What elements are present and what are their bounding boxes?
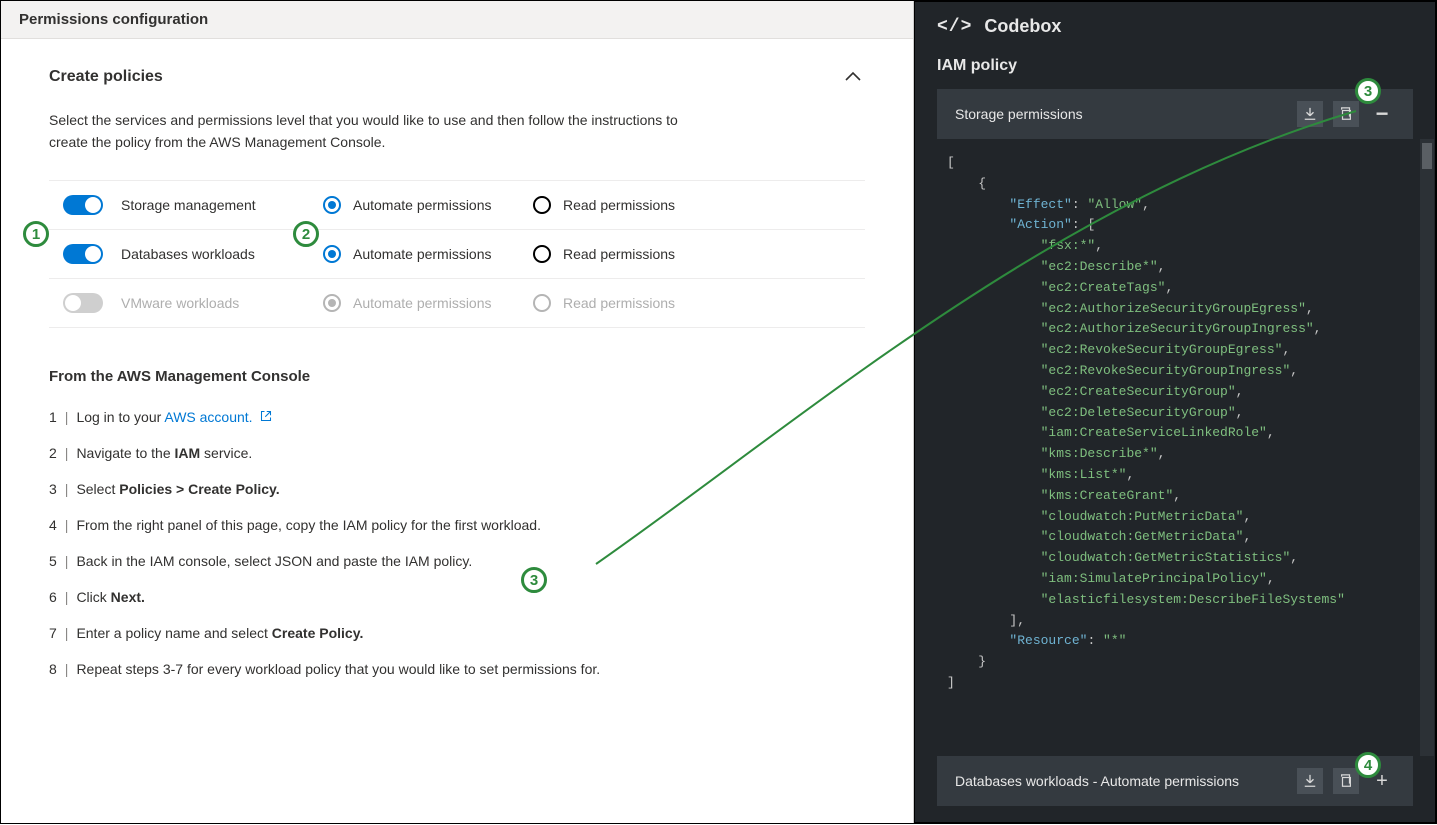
automate-label: Automate permissions	[353, 295, 492, 311]
service-name: VMware workloads	[121, 295, 239, 311]
instruction-step: 8|Repeat steps 3-7 for every workload po…	[49, 651, 865, 687]
read-radio[interactable]	[533, 245, 551, 263]
copy-icon[interactable]	[1333, 768, 1359, 794]
section-description: Select the services and permissions leve…	[49, 109, 689, 154]
instruction-step: 5|Back in the IAM console, select JSON a…	[49, 543, 865, 579]
read-radio[interactable]	[533, 196, 551, 214]
services-table: Storage management Automate permissions Re…	[49, 180, 865, 328]
instruction-step: 1|Log in to your AWS account.	[49, 399, 865, 435]
service-toggle[interactable]	[63, 293, 103, 313]
panel-title: Permissions configuration	[1, 1, 913, 39]
section-title: Create policies	[49, 68, 163, 86]
callout-badge-4: 4	[1355, 752, 1381, 778]
collapse-icon[interactable]: −	[1369, 101, 1395, 127]
copy-icon[interactable]	[1333, 101, 1359, 127]
read-label: Read permissions	[563, 295, 675, 311]
code-icon: </>	[937, 17, 972, 37]
codebox-title: Codebox	[984, 16, 1061, 37]
download-icon[interactable]	[1297, 768, 1323, 794]
instruction-step: 4|From the right panel of this page, cop…	[49, 507, 865, 543]
permissions-panel: Permissions configuration Create policie…	[1, 1, 914, 823]
automate-radio	[323, 294, 341, 312]
automate-label: Automate permissions	[353, 197, 492, 213]
callout-badge-2: 2	[293, 221, 319, 247]
download-icon[interactable]	[1297, 101, 1323, 127]
automate-radio[interactable]	[323, 196, 341, 214]
instructions-heading: From the AWS Management Console	[49, 368, 865, 385]
service-toggle[interactable]	[63, 244, 103, 264]
code-section-footer: Databases workloads - Automate permissio…	[937, 756, 1413, 806]
service-row: Databases workloads Automate permissions R…	[49, 229, 865, 278]
automate-label: Automate permissions	[353, 246, 492, 262]
service-row: Storage management Automate permissions Re…	[49, 180, 865, 229]
instruction-step: 2|Navigate to the IAM service.	[49, 435, 865, 471]
instruction-step: 6|Click Next.	[49, 579, 865, 615]
code-section-bottom-title: Databases workloads - Automate permissio…	[955, 773, 1239, 789]
callout-badge-3b: 3	[1355, 78, 1381, 104]
codebox-panel: </> Codebox IAM policy Storage permissio…	[914, 1, 1436, 823]
code-block[interactable]: [ { "Effect": "Allow", "Action": [ "fsx:…	[937, 139, 1435, 756]
instruction-step: 3|Select Policies > Create Policy.	[49, 471, 865, 507]
automate-radio[interactable]	[323, 245, 341, 263]
service-row: VMware workloads Automate permissions Read…	[49, 278, 865, 328]
read-label: Read permissions	[563, 246, 675, 262]
read-label: Read permissions	[563, 197, 675, 213]
code-section-title: Storage permissions	[955, 106, 1083, 122]
chevron-up-icon[interactable]	[841, 65, 865, 89]
scrollbar[interactable]	[1420, 139, 1434, 756]
service-name: Databases workloads	[121, 246, 255, 262]
read-radio	[533, 294, 551, 312]
callout-badge-1: 1	[23, 221, 49, 247]
service-toggle[interactable]	[63, 195, 103, 215]
instruction-step: 7|Enter a policy name and select Create …	[49, 615, 865, 651]
callout-badge-3: 3	[521, 567, 547, 593]
code-section-header: Storage permissions −	[937, 89, 1413, 139]
service-name: Storage management	[121, 197, 256, 213]
